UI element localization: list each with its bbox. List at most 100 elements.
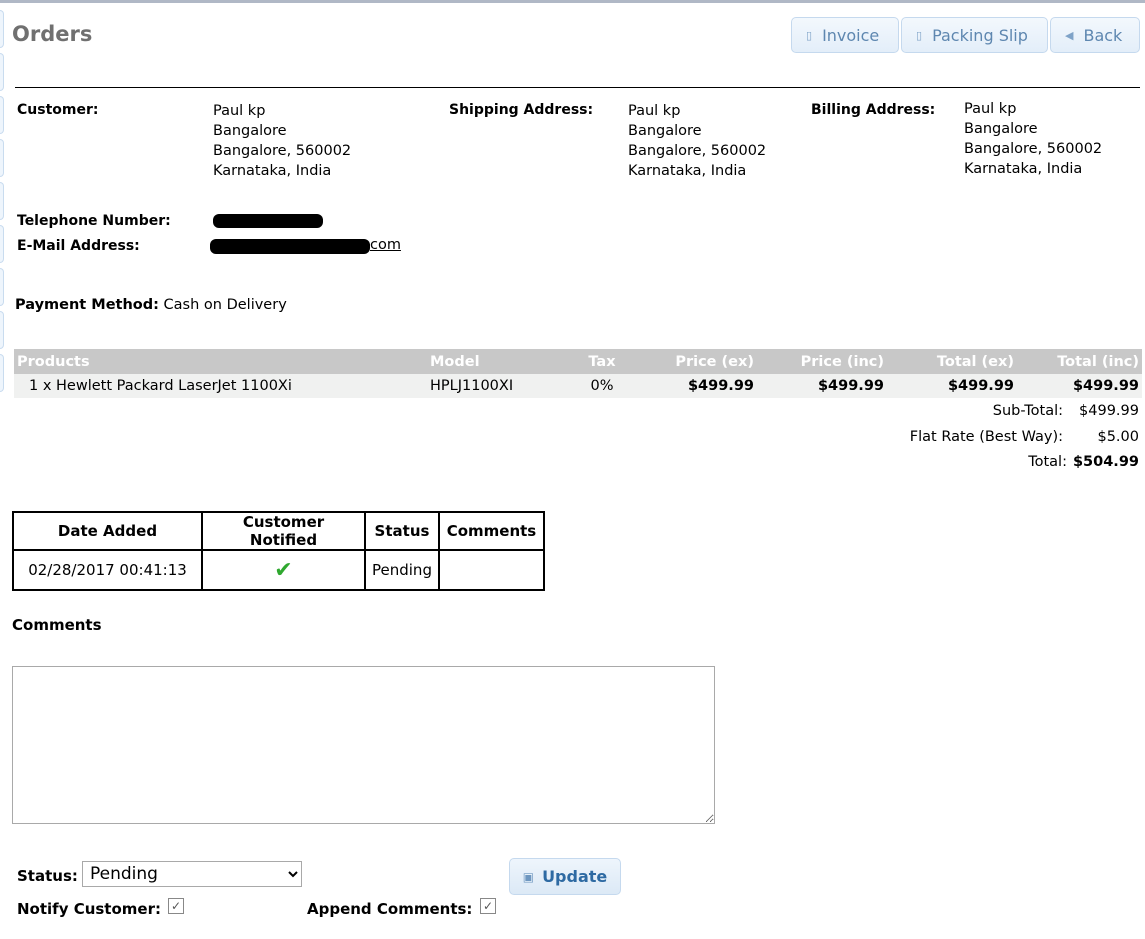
col-total-inc: Total (inc) [1017, 349, 1142, 374]
shipping-row: Flat Rate (Best Way): $5.00 [910, 429, 1139, 455]
back-label: Back [1083, 25, 1123, 45]
update-button[interactable]: ▣ Update [509, 858, 621, 895]
product-tax: 0% [577, 374, 627, 398]
customer-name: Paul kp [213, 103, 266, 119]
shipping-value: $5.00 [1097, 428, 1139, 445]
side-tab[interactable] [0, 96, 4, 134]
comments-textarea[interactable] [12, 666, 715, 824]
col-tax: Tax [577, 349, 627, 374]
email-label: E-Mail Address: [17, 238, 140, 254]
history-row: 02/28/2017 00:41:13 ✔ Pending [12, 549, 545, 591]
col-model: Model [427, 349, 577, 374]
product-price-inc: $499.99 [757, 374, 887, 398]
total-label: Total: [1028, 454, 1067, 470]
invoice-button[interactable]: ▯ Invoice [791, 17, 899, 53]
back-button[interactable]: ◀ Back [1050, 17, 1140, 53]
notify-customer-label: Notify Customer: [17, 900, 161, 918]
payment-method: Payment Method: Cash on Delivery [15, 297, 287, 313]
product-total-ex: $499.99 [887, 374, 1017, 398]
product-total-inc: $499.99 [1017, 374, 1142, 398]
status-select[interactable]: Pending [82, 861, 302, 887]
checkbox-check-icon: ✓ [170, 899, 182, 913]
checkmark-icon: ✔ [274, 557, 293, 583]
invoice-label: Invoice [822, 25, 880, 45]
redacted-email [210, 239, 370, 254]
col-date-added: Date Added [12, 511, 203, 551]
customer-address: Paul kp Bangalore Bangalore, 560002 Karn… [213, 101, 351, 181]
shipping-city-zip: Bangalore, 560002 [628, 143, 767, 159]
billing-city: Bangalore [964, 121, 1038, 137]
customer-state-country: Karnataka, India [213, 163, 332, 179]
billing-name: Paul kp [964, 101, 1017, 117]
total-row: Total: $504.99 [910, 454, 1139, 480]
side-tabs [0, 10, 4, 397]
products-table: Products Model Tax Price (ex) Price (inc… [14, 349, 1142, 398]
email-link[interactable]: com [370, 237, 401, 253]
total-value: $504.99 [1072, 454, 1139, 470]
comments-title: Comments [12, 616, 102, 634]
side-tab[interactable] [0, 182, 4, 220]
document-icon: ▯ [806, 28, 813, 42]
top-bar [0, 0, 1145, 3]
billing-state-country: Karnataka, India [964, 161, 1083, 177]
page-title: Orders [12, 22, 93, 46]
side-tab[interactable] [0, 268, 4, 306]
customer-city-zip: Bangalore, 560002 [213, 143, 352, 159]
side-tab[interactable] [0, 10, 4, 48]
shipping-method-label: Flat Rate (Best Way): [909, 428, 1063, 445]
redacted-telephone [213, 214, 323, 228]
subtotal-label: Sub-Total: [992, 403, 1063, 419]
order-history-table: Date Added Customer Notified Status Comm… [12, 511, 545, 591]
history-status: Pending [364, 549, 440, 591]
telephone-label: Telephone Number: [17, 213, 171, 229]
subtotal-value: $499.99 [1079, 403, 1139, 419]
update-label: Update [542, 867, 608, 886]
customer-label: Customer: [17, 102, 99, 118]
status-label: Status: [17, 867, 78, 885]
document-icon: ▯ [916, 28, 923, 42]
product-name: 1 x Hewlett Packard LaserJet 1100Xi [14, 374, 427, 398]
side-tab[interactable] [0, 139, 4, 177]
col-comments: Comments [437, 511, 545, 551]
products-header-row: Products Model Tax Price (ex) Price (inc… [14, 349, 1142, 374]
billing-address: Paul kp Bangalore Bangalore, 560002 Karn… [964, 99, 1102, 179]
notify-customer-checkbox[interactable]: ✓ [168, 898, 184, 914]
product-row: 1 x Hewlett Packard LaserJet 1100Xi HPLJ… [14, 374, 1142, 398]
packing-slip-label: Packing Slip [932, 25, 1028, 45]
history-notified: ✔ [201, 549, 366, 591]
shipping-city: Bangalore [628, 123, 702, 139]
shipping-name: Paul kp [628, 103, 681, 119]
history-header-row: Date Added Customer Notified Status Comm… [12, 511, 545, 551]
billing-city-zip: Bangalore, 560002 [964, 141, 1103, 157]
side-tab[interactable] [0, 311, 4, 349]
history-comments [437, 549, 545, 591]
product-price-ex: $499.99 [627, 374, 757, 398]
divider [15, 87, 1140, 88]
save-icon: ▣ [522, 869, 535, 884]
col-status: Status [364, 511, 440, 551]
col-total-ex: Total (ex) [887, 349, 1017, 374]
append-comments-checkbox[interactable]: ✓ [480, 898, 496, 914]
side-tab[interactable] [0, 354, 4, 392]
order-totals: Sub-Total: $499.99 Flat Rate (Best Way):… [910, 403, 1139, 480]
shipping-address: Paul kp Bangalore Bangalore, 560002 Karn… [628, 101, 766, 181]
side-tab[interactable] [0, 225, 4, 263]
history-date: 02/28/2017 00:41:13 [12, 549, 203, 591]
col-price-inc: Price (inc) [757, 349, 887, 374]
packing-slip-button[interactable]: ▯ Packing Slip [901, 17, 1048, 53]
payment-value: Cash on Delivery [163, 297, 287, 313]
checkbox-check-icon: ✓ [482, 899, 494, 913]
shipping-state-country: Karnataka, India [628, 163, 747, 179]
caret-left-icon: ◀ [1065, 28, 1074, 42]
billing-label: Billing Address: [811, 102, 936, 118]
col-price-ex: Price (ex) [627, 349, 757, 374]
payment-label: Payment Method: [15, 297, 159, 313]
col-products: Products [14, 349, 427, 374]
side-tab[interactable] [0, 53, 4, 91]
shipping-label: Shipping Address: [449, 102, 594, 118]
customer-city: Bangalore [213, 123, 287, 139]
product-model: HPLJ1100XI [427, 374, 577, 398]
append-comments-label: Append Comments: [307, 900, 473, 918]
subtotal-row: Sub-Total: $499.99 [910, 403, 1139, 429]
col-customer-notified: Customer Notified [201, 511, 366, 551]
